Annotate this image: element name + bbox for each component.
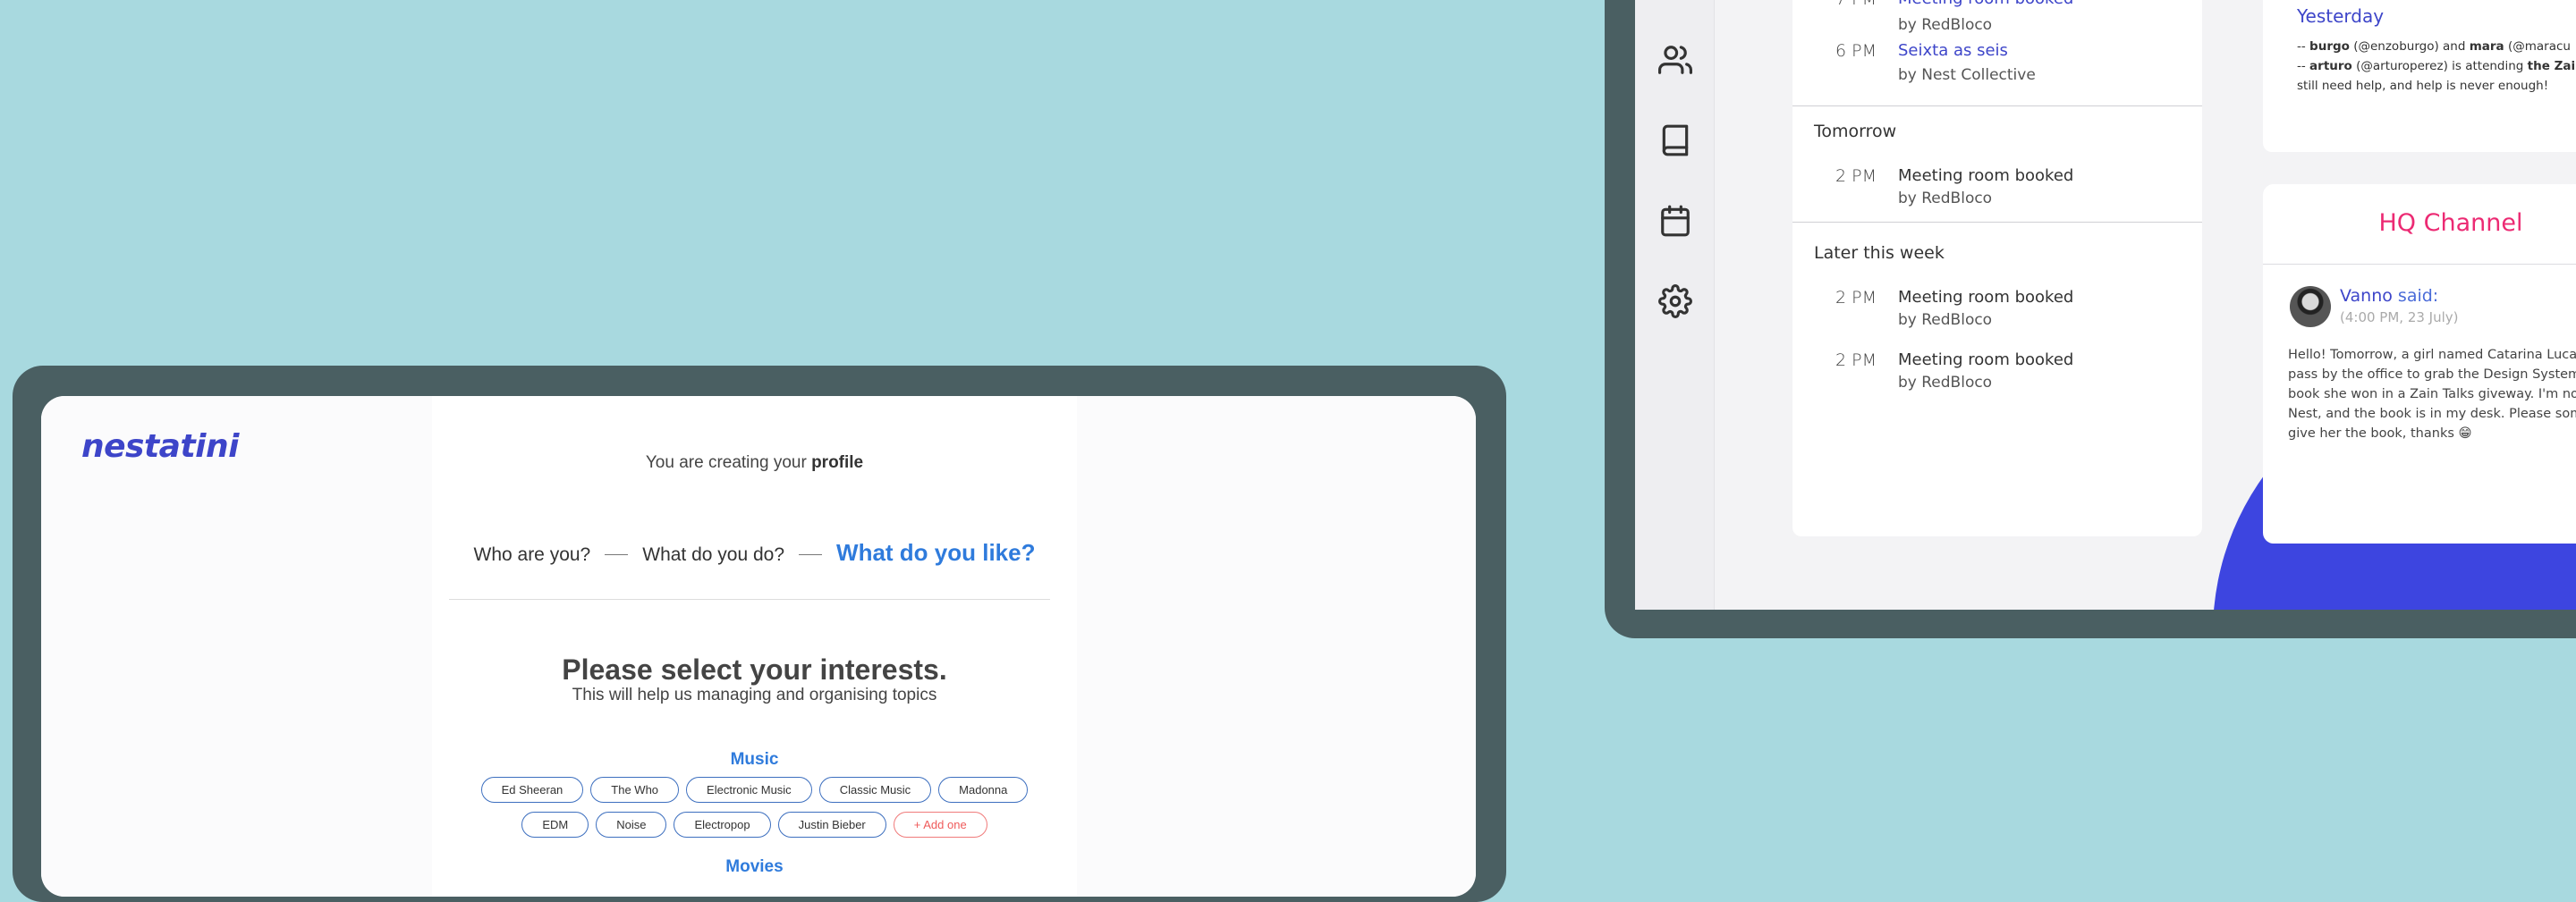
settings-icon[interactable] bbox=[1658, 284, 1692, 318]
step-navigation: Who are you? What do you do? What do you… bbox=[432, 539, 1077, 567]
divider bbox=[2263, 264, 2576, 265]
creating-prefix: You are creating your bbox=[645, 453, 812, 472]
event-name[interactable]: Meeting room booked bbox=[1898, 0, 2073, 8]
step-who-are-you[interactable]: Who are you? bbox=[474, 544, 591, 566]
profile-form: You are creating your profile Who are yo… bbox=[432, 396, 1078, 897]
step-what-do-you-do[interactable]: What do you do? bbox=[642, 544, 784, 566]
author-name[interactable]: Vanno bbox=[2340, 286, 2393, 306]
interest-chip[interactable]: Justin Bieber bbox=[777, 812, 886, 838]
step-what-do-you-like[interactable]: What do you like? bbox=[836, 539, 1035, 567]
music-chips-row-1: Ed Sheeran The Who Electronic Music Clas… bbox=[432, 777, 1077, 803]
event-organizer: by Nest Collective bbox=[1898, 66, 2036, 84]
event-time: 2 PM bbox=[1835, 350, 1877, 370]
activity-heading: Yesterday bbox=[2297, 5, 2385, 27]
activity-user[interactable]: mara bbox=[2470, 39, 2504, 54]
event-organizer: by RedBloco bbox=[1898, 374, 1993, 392]
add-interest-button[interactable]: + Add one bbox=[893, 812, 987, 838]
activity-card: Yesterday -- burgo (@enzoburgo) and mara… bbox=[2263, 0, 2576, 152]
group-label-later-this-week: Later this week bbox=[1814, 243, 1945, 263]
event-time: 6 PM bbox=[1835, 41, 1877, 61]
event-organizer: by RedBloco bbox=[1898, 16, 1993, 34]
section-divider bbox=[1792, 105, 2202, 106]
interest-chip[interactable]: Madonna bbox=[938, 777, 1029, 803]
event-time: 7 PM bbox=[1821, 0, 1877, 9]
avatar[interactable] bbox=[2290, 286, 2331, 327]
dashboard-screen: 7 PM Meeting room booked by RedBloco 6 P… bbox=[1635, 0, 2576, 610]
calendar-icon[interactable] bbox=[1658, 204, 1692, 238]
activity-item: -- arturo (@arturoperez) is attending th… bbox=[2297, 59, 2575, 73]
message-timestamp: (4:00 PM, 23 July) bbox=[2340, 309, 2459, 325]
event-name: Meeting room booked bbox=[1898, 166, 2074, 185]
activity-text: (@arturoperez) is attending bbox=[2351, 59, 2528, 73]
step-separator bbox=[605, 554, 629, 555]
event-name: Meeting room booked bbox=[1898, 350, 2074, 369]
hq-channel-card: HQ Channel Vanno said: (4:00 PM, 23 July… bbox=[2263, 184, 2576, 544]
interest-chip[interactable]: EDM bbox=[521, 812, 589, 838]
creating-bold: profile bbox=[811, 453, 864, 472]
interest-chip[interactable]: Electronic Music bbox=[686, 777, 812, 803]
profile-creation-screen: nestatini You are creating your profile … bbox=[41, 396, 1476, 897]
activity-text: (@maracu bbox=[2504, 39, 2571, 54]
activity-user[interactable]: burgo bbox=[2309, 39, 2350, 54]
divider bbox=[449, 599, 1050, 600]
activity-item: still need help, and help is never enoug… bbox=[2297, 79, 2549, 93]
music-chips-row-2: EDM Noise Electropop Justin Bieber + Add… bbox=[432, 812, 1077, 838]
brand-sidebar: nestatini bbox=[41, 396, 433, 897]
sidebar-rail bbox=[1635, 0, 1715, 610]
interest-chip[interactable]: The Who bbox=[590, 777, 680, 803]
activity-prefix: -- bbox=[2297, 39, 2310, 54]
event-name: Meeting room booked bbox=[1898, 288, 2074, 307]
brand-logo[interactable]: nestatini bbox=[81, 428, 240, 465]
interest-chip[interactable]: Electropop bbox=[674, 812, 771, 838]
activity-event[interactable]: the Zai bbox=[2528, 59, 2575, 73]
empty-right-panel bbox=[1077, 396, 1476, 897]
creating-profile-text: You are creating your profile bbox=[432, 453, 1077, 473]
activity-user[interactable]: arturo bbox=[2309, 59, 2352, 73]
event-organizer: by RedBloco bbox=[1898, 311, 1993, 329]
event-time: 2 PM bbox=[1835, 288, 1877, 308]
activity-item: -- burgo (@enzoburgo) and mara (@maracu bbox=[2297, 39, 2571, 54]
activity-text: (@enzoburgo) and bbox=[2349, 39, 2470, 54]
event-time: 2 PM bbox=[1835, 166, 1877, 186]
hq-channel-title[interactable]: HQ Channel bbox=[2263, 209, 2576, 237]
interest-chip[interactable]: Ed Sheeran bbox=[480, 777, 584, 803]
category-title-music: Music bbox=[730, 750, 779, 769]
section-divider bbox=[1792, 222, 2202, 223]
interest-chip[interactable]: Noise bbox=[596, 812, 667, 838]
said-label: said: bbox=[2392, 286, 2439, 306]
interests-subtitle: This will help us managing and organisin… bbox=[572, 686, 937, 704]
interests-title: Please select your interests. bbox=[562, 653, 947, 686]
interest-chip[interactable]: Classic Music bbox=[818, 777, 932, 803]
users-icon[interactable] bbox=[1658, 43, 1693, 77]
event-organizer: by RedBloco bbox=[1898, 190, 1993, 207]
book-icon[interactable] bbox=[1658, 123, 1692, 157]
group-label-tomorrow: Tomorrow bbox=[1814, 122, 1897, 141]
category-title-movies: Movies bbox=[725, 857, 784, 876]
activity-prefix: -- bbox=[2297, 59, 2310, 73]
event-name[interactable]: Seixta as seis bbox=[1898, 41, 2008, 60]
schedule-panel: 7 PM Meeting room booked by RedBloco 6 P… bbox=[1792, 0, 2202, 536]
step-separator bbox=[799, 554, 823, 555]
message-body: Hello! Tomorrow, a girl named Catarina L… bbox=[2288, 348, 2576, 441]
message-author: Vanno said: bbox=[2340, 286, 2438, 306]
